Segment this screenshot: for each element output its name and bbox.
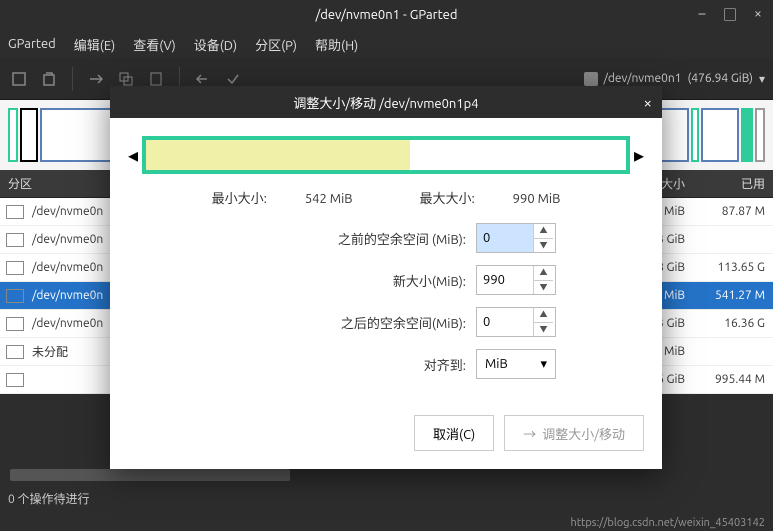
maximize-icon[interactable]: □ (723, 5, 737, 25)
resize-move-dialog: 调整大小/移动 /dev/nvme0n1p4 × ◂ ▸ 最小大小: 542 M… (110, 86, 662, 469)
up-icon[interactable]: ▲ (534, 224, 553, 239)
down-icon[interactable]: ▼ (534, 323, 553, 337)
dialog-close-icon[interactable]: × (644, 94, 652, 111)
before-label: 之前的空余空间 (MiB): (216, 229, 466, 248)
newsize-input[interactable] (477, 266, 533, 294)
scrollbar-thumb[interactable] (10, 469, 290, 481)
partition-color-icon (6, 345, 24, 359)
slider-right-arrow[interactable]: ▸ (634, 143, 644, 167)
align-label: 对齐到: (216, 355, 466, 374)
resize-icon[interactable] (85, 68, 107, 90)
delete-icon[interactable] (38, 68, 60, 90)
partition-slider[interactable] (142, 136, 630, 174)
menu-view[interactable]: 查看(V) (133, 35, 175, 54)
chevron-down-icon: ▾ (540, 357, 547, 372)
up-icon[interactable]: ▲ (534, 266, 553, 281)
partition-used: 16.36 G (693, 317, 773, 330)
menu-edit[interactable]: 编辑(E) (74, 35, 115, 54)
titlebar: /dev/nvme0n1 - GParted – □ × (0, 0, 773, 30)
device-selector[interactable]: /dev/nvme0n1 (476.94 GiB) ▾ (584, 72, 765, 86)
menubar: GParted 编辑(E) 查看(V) 设备(D) 分区(P) 帮助(H) (0, 30, 773, 58)
down-icon[interactable]: ▼ (534, 281, 553, 295)
minimize-icon[interactable]: – (695, 5, 709, 25)
align-select[interactable]: MiB ▾ (476, 349, 556, 379)
statusbar: 0 个操作待进行 (0, 485, 773, 511)
dialog-title: 调整大小/移动 /dev/nvme0n1p4 (293, 93, 478, 112)
slider-left-arrow[interactable]: ◂ (128, 143, 138, 167)
new-icon[interactable] (8, 68, 30, 90)
slider-used-region (146, 140, 410, 170)
watermark: https://blog.csdn.net/weixin_45403142 (570, 517, 765, 529)
partition-used: 995.44 M (693, 373, 773, 386)
newsize-spinbox[interactable]: ▲▼ (476, 265, 556, 295)
col-used[interactable]: 已用 (693, 175, 773, 192)
partition-color-icon (6, 261, 24, 275)
after-label: 之后的空余空间(MiB): (216, 313, 466, 332)
newsize-label: 新大小(MiB): (216, 271, 466, 290)
pending-ops: 0 个操作待进行 (8, 490, 90, 507)
partition-used: 113.65 G (693, 261, 773, 274)
before-spinbox[interactable]: ▲▼ (476, 223, 556, 253)
arrow-right-icon: → (523, 424, 536, 443)
disk-icon (584, 72, 598, 86)
partition-color-icon (6, 205, 24, 219)
after-spinbox[interactable]: ▲▼ (476, 307, 556, 337)
device-size: (476.94 GiB) (688, 72, 753, 85)
window-title: /dev/nvme0n1 - GParted (316, 8, 458, 22)
device-label: /dev/nvme0n1 (604, 72, 682, 85)
down-icon[interactable]: ▼ (534, 239, 553, 253)
menu-help[interactable]: 帮助(H) (315, 35, 358, 54)
menu-gparted[interactable]: GParted (8, 37, 56, 51)
partition-color-icon (6, 373, 24, 387)
menu-device[interactable]: 设备(D) (194, 35, 237, 54)
partition-color-icon (6, 317, 24, 331)
up-icon[interactable]: ▲ (534, 308, 553, 323)
chevron-down-icon: ▾ (759, 72, 765, 86)
dialog-titlebar[interactable]: 调整大小/移动 /dev/nvme0n1p4 × (110, 86, 662, 118)
menu-partition[interactable]: 分区(P) (255, 35, 297, 54)
close-icon[interactable]: × (751, 5, 765, 25)
before-input[interactable] (477, 224, 533, 252)
after-input[interactable] (477, 308, 533, 336)
partition-color-icon (6, 289, 24, 303)
col-partition[interactable]: 分区 (0, 175, 120, 192)
partition-color-icon (6, 233, 24, 247)
cancel-button[interactable]: 取消(C) (414, 415, 494, 451)
partition-used: 87.87 M (693, 205, 773, 218)
resize-move-button[interactable]: → 调整大小/移动 (504, 415, 644, 451)
partition-used: 541.27 M (693, 289, 773, 302)
size-info: 最小大小: 542 MiB 最大大小: 990 MiB (128, 188, 644, 207)
